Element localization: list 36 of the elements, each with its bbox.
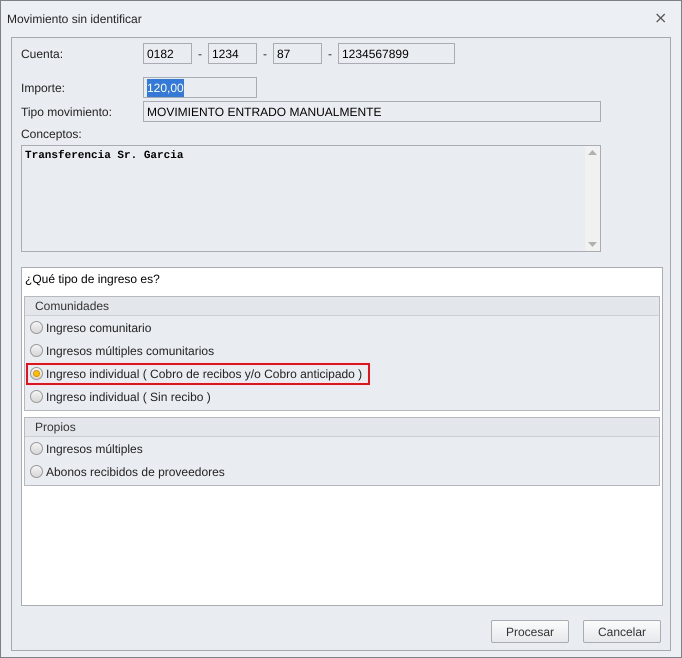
field-label: Cuenta: [21, 46, 64, 62]
dialog-button[interactable]: Procesar [491, 620, 569, 643]
radio-option[interactable]: Ingreso individual ( Sin recibo ) [26, 386, 219, 408]
radio-button[interactable] [30, 367, 43, 380]
group-header: Comunidades [25, 297, 659, 316]
radio-option[interactable]: Ingreso individual ( Cobro de recibos y/o Cobro anticipado ) [26, 362, 370, 384]
question-title: ¿Qué tipo de ingreso es? [24, 271, 161, 288]
input-field[interactable]: 87 [273, 43, 322, 64]
separator-text: - [327, 46, 333, 62]
field-label: Tipo movimiento: [21, 104, 113, 120]
scroll-down-icon[interactable] [588, 242, 597, 247]
dialog-button[interactable]: Cancelar [583, 620, 661, 643]
radio-option[interactable]: Ingreso comunitario [26, 316, 160, 338]
scrollbar[interactable] [585, 146, 600, 251]
radio-button[interactable] [30, 465, 43, 478]
input-field[interactable]: 1234 [208, 43, 257, 64]
radio-option[interactable]: Abonos recibidos de proveedores [26, 460, 233, 482]
separator-text: - [262, 46, 268, 62]
radio-button[interactable] [30, 321, 43, 334]
scroll-up-icon[interactable] [588, 150, 597, 155]
radio-option[interactable]: Ingresos múltiples comunitarios [26, 340, 222, 362]
input-field[interactable]: 0182 [143, 43, 192, 64]
text-area[interactable]: Transferencia Sr. Garcia [21, 145, 601, 252]
input-field[interactable]: 120,00 [143, 77, 257, 98]
radio-button[interactable] [30, 390, 43, 403]
field-label: Importe: [21, 80, 66, 96]
radio-button[interactable] [30, 442, 43, 455]
window-title: Movimiento sin identificar [7, 11, 142, 28]
close-button[interactable]: ⨯ [654, 7, 667, 31]
input-field[interactable]: 1234567899 [338, 43, 455, 64]
radio-button[interactable] [30, 344, 43, 357]
radio-option[interactable]: Ingresos múltiples [26, 438, 151, 460]
separator-text: - [197, 46, 203, 62]
group-header: Propios [25, 418, 659, 437]
input-field[interactable]: MOVIMIENTO ENTRADO MANUALMENTE [143, 101, 601, 122]
field-label: Conceptos: [21, 126, 83, 143]
